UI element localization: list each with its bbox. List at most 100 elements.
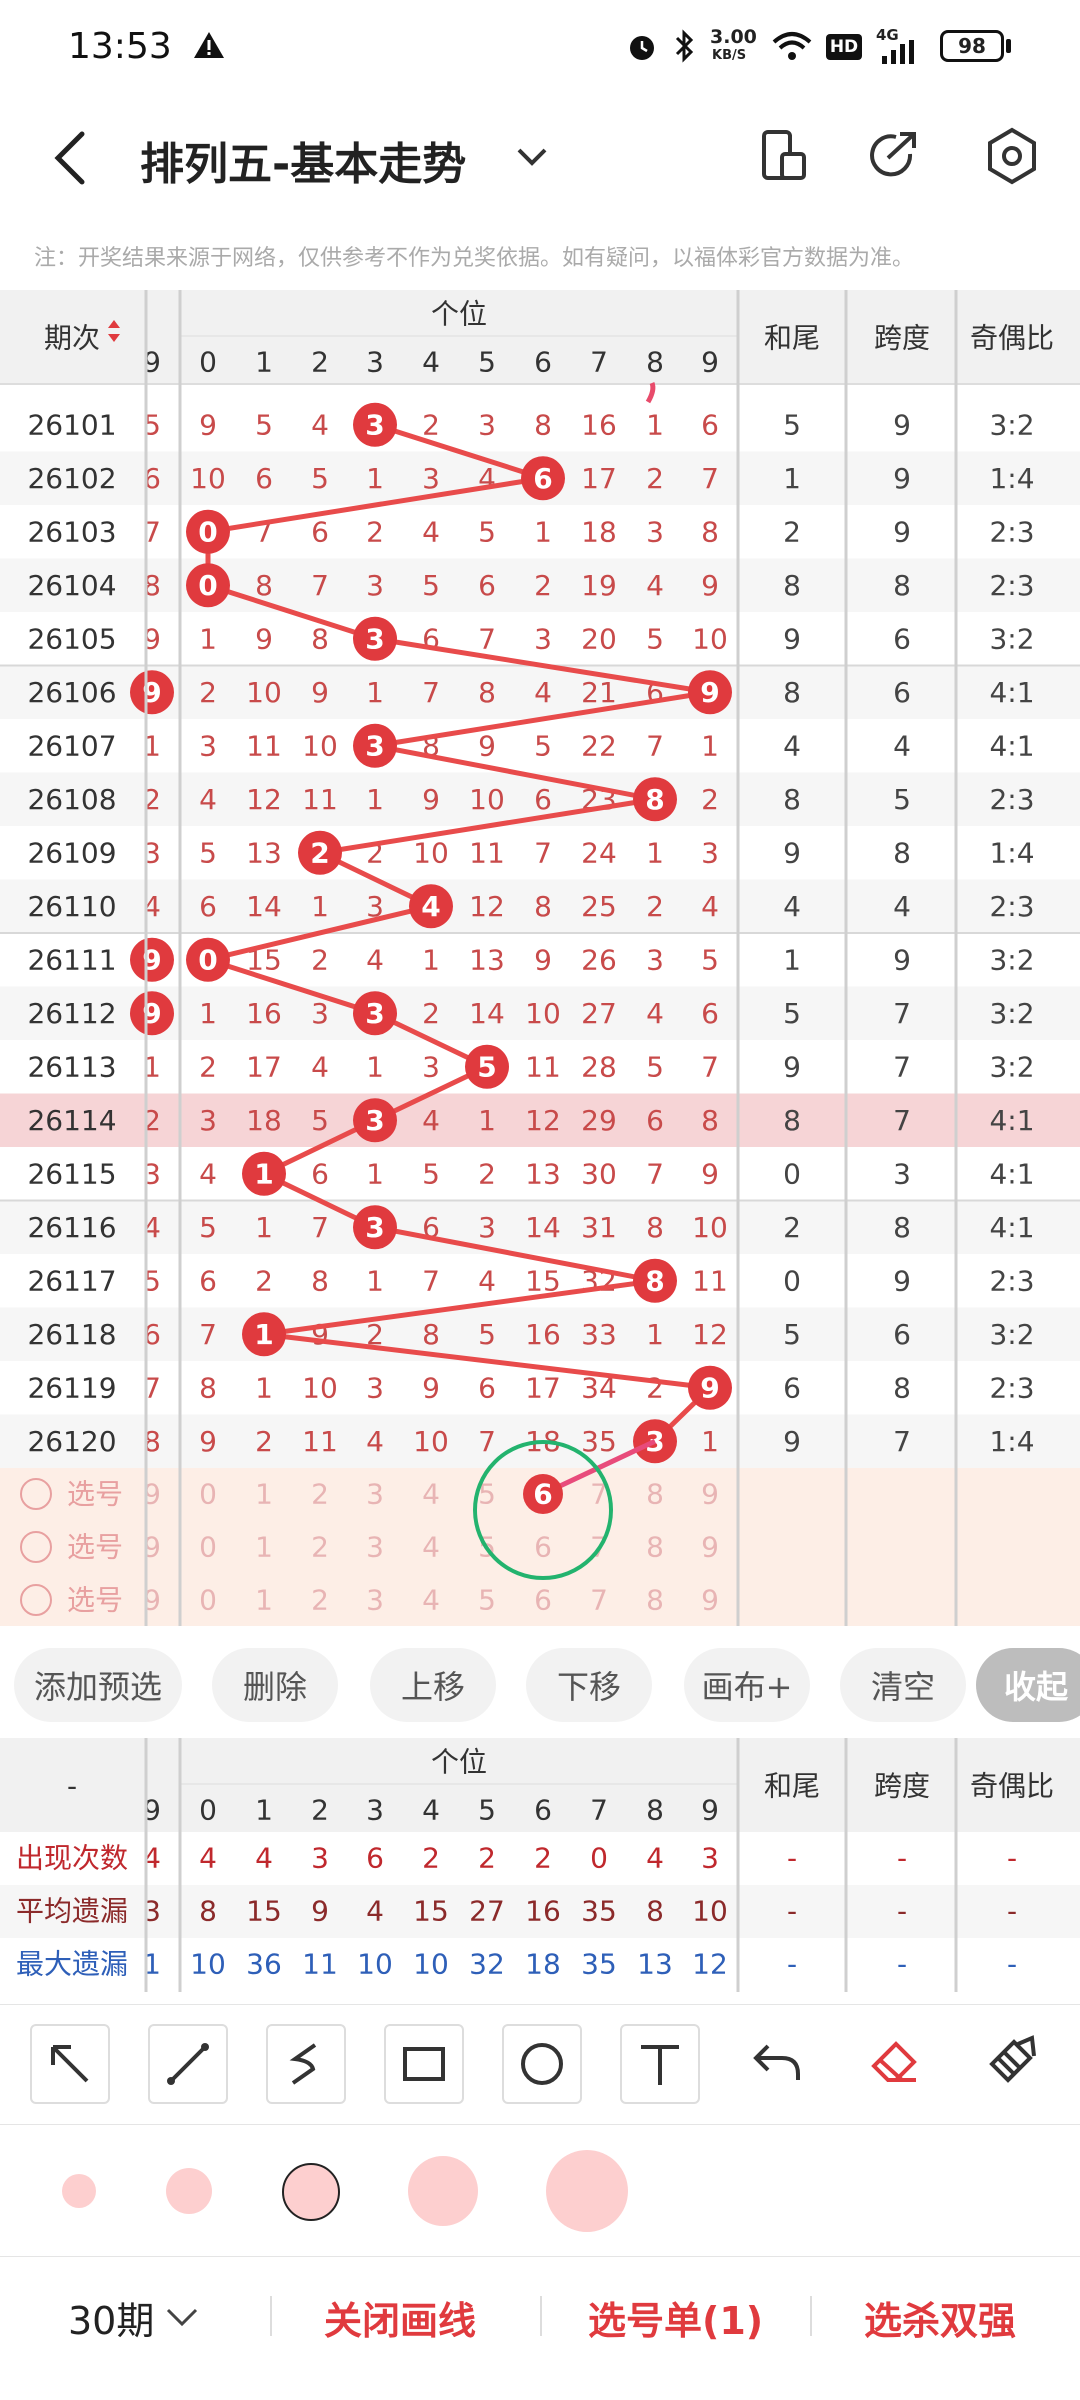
issue-number: 26118: [27, 1318, 116, 1351]
omission-value: 8: [534, 408, 552, 441]
select-digit[interactable]: 1: [255, 1478, 273, 1511]
curve-tool[interactable]: [266, 2024, 346, 2104]
brush-size-xl[interactable]: [546, 2150, 628, 2232]
hit-ball-number: 3: [365, 622, 384, 655]
arrow-tool[interactable]: [30, 2024, 110, 2104]
share-icon[interactable]: [866, 128, 922, 184]
stats-value: 4: [199, 1842, 217, 1875]
select-digit[interactable]: 9: [701, 1584, 719, 1617]
text-tool[interactable]: [620, 2024, 700, 2104]
span-value: 7: [893, 1050, 911, 1083]
select-digit[interactable]: 0: [199, 1478, 217, 1511]
select-digit[interactable]: 4: [422, 1584, 440, 1617]
extra-header: 奇偶比: [970, 1770, 1054, 1803]
select-digit[interactable]: 7: [590, 1584, 608, 1617]
select-digit[interactable]: 6: [534, 1531, 552, 1564]
back-icon[interactable]: [48, 128, 92, 188]
omission-value: 11: [469, 836, 505, 869]
omission-value: 16: [525, 1318, 561, 1351]
eraser-icon[interactable]: [866, 2036, 922, 2086]
omission-value: 8: [701, 1104, 719, 1137]
omission-value: 2: [701, 783, 719, 816]
omission-value: 1: [646, 836, 664, 869]
stats-value: 35: [581, 1895, 617, 1928]
select-label: 选号: [67, 1478, 123, 1511]
sum-tail: 5: [783, 408, 801, 441]
undo-icon[interactable]: [748, 2038, 808, 2088]
brush-size-s[interactable]: [166, 2168, 212, 2214]
digit-header: 6: [534, 1794, 552, 1827]
chevron-down-icon[interactable]: [514, 142, 550, 172]
omission-value: 5: [255, 408, 273, 441]
brush-size-xs[interactable]: [62, 2174, 96, 2208]
select-digit[interactable]: 8: [646, 1531, 664, 1564]
rectangle-icon: [403, 2047, 445, 2081]
issue-number: 26115: [27, 1157, 116, 1190]
select-digit[interactable]: 6: [534, 1584, 552, 1617]
select-digit[interactable]: 9: [701, 1531, 719, 1564]
selection-list-button[interactable]: 选号单(1): [588, 2290, 763, 2345]
brush-size-l[interactable]: [408, 2156, 478, 2226]
action-button[interactable]: 画布+: [684, 1648, 810, 1722]
omission-value: 6: [534, 783, 552, 816]
select-digit[interactable]: 1: [255, 1531, 273, 1564]
period-select[interactable]: 30期: [68, 2290, 154, 2345]
omission-value: 3: [422, 462, 440, 495]
stats-value: 18: [525, 1948, 561, 1981]
sum-tail: 0: [783, 1157, 801, 1190]
rectangle-tool[interactable]: [384, 2024, 464, 2104]
select-digit[interactable]: 2: [311, 1584, 329, 1617]
page-title[interactable]: 排列五-基本走势: [140, 128, 466, 192]
omission-value: 22: [581, 729, 617, 762]
select-digit[interactable]: 1: [255, 1584, 273, 1617]
clear-brush-icon[interactable]: [984, 2034, 1040, 2088]
select-digit[interactable]: 5: [478, 1584, 496, 1617]
select-digit[interactable]: 3: [366, 1478, 384, 1511]
action-button[interactable]: 上移: [370, 1648, 496, 1722]
select-digit[interactable]: 9: [701, 1478, 719, 1511]
select-digit[interactable]: 0: [199, 1584, 217, 1617]
select-digit[interactable]: 2: [311, 1478, 329, 1511]
select-digit[interactable]: 4: [422, 1531, 440, 1564]
circle-tool[interactable]: [502, 2024, 582, 2104]
omission-value: 8: [534, 890, 552, 923]
omission-value: 2: [646, 462, 664, 495]
settings-icon[interactable]: [982, 126, 1042, 186]
stats-label: 最大遗漏: [16, 1948, 128, 1981]
action-button[interactable]: 添加预选: [14, 1648, 182, 1722]
select-digit[interactable]: 3: [366, 1584, 384, 1617]
issue-header[interactable]: 期次: [44, 322, 100, 355]
omission-value: 1: [366, 783, 384, 816]
phone-rotate-icon[interactable]: [758, 128, 808, 184]
action-button[interactable]: 下移: [526, 1648, 652, 1722]
brush-size-m[interactable]: [282, 2163, 340, 2221]
action-button[interactable]: 清空: [840, 1648, 966, 1722]
close-line-button[interactable]: 关闭画线: [324, 2290, 476, 2345]
omission-value: 5: [311, 462, 329, 495]
chevron-down-icon[interactable]: [164, 2304, 200, 2328]
action-button[interactable]: 删除: [212, 1648, 338, 1722]
select-label: 选号: [67, 1531, 123, 1564]
stats-value: 35: [581, 1948, 617, 1981]
kill-strong-button[interactable]: 选杀双强: [864, 2290, 1016, 2345]
digit-header: 9: [701, 1794, 719, 1827]
select-digit[interactable]: 4: [422, 1478, 440, 1511]
select-digit[interactable]: 8: [646, 1584, 664, 1617]
stats-value: 10: [190, 1948, 226, 1981]
divider: [270, 2296, 272, 2336]
omission-value: 5: [478, 515, 496, 548]
select-digit[interactable]: 8: [646, 1478, 664, 1511]
omission-value: 8: [199, 1371, 217, 1404]
omission-value: 21: [581, 676, 617, 709]
omission-value: 4: [422, 515, 440, 548]
select-digit[interactable]: 3: [366, 1531, 384, 1564]
omission-value: 5: [199, 1211, 217, 1244]
action-button[interactable]: 收起: [976, 1648, 1080, 1722]
omission-value: 31: [581, 1211, 617, 1244]
stats-value: 3: [701, 1842, 719, 1875]
line-tool[interactable]: [148, 2024, 228, 2104]
stats-value: 8: [199, 1895, 217, 1928]
select-digit[interactable]: 2: [311, 1531, 329, 1564]
select-digit[interactable]: 0: [199, 1531, 217, 1564]
omission-value: 2: [534, 569, 552, 602]
